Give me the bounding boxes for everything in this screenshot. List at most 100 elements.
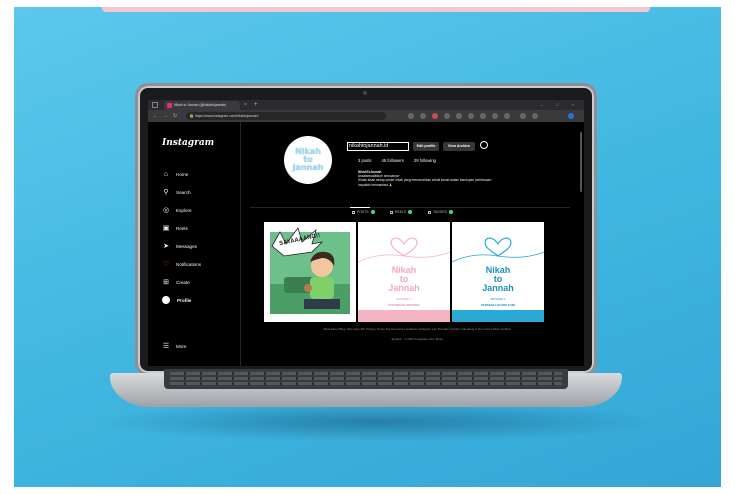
profile-logo-line: Jannah (292, 163, 324, 172)
extension-icon[interactable] (504, 113, 510, 119)
sidebar-item-label: Notifications (176, 261, 202, 267)
tab-label: REELS (395, 210, 407, 214)
back-icon[interactable]: ← (153, 110, 158, 122)
tab-posts[interactable]: POSTS (352, 210, 375, 214)
post-tile[interactable]: Nikah to Jannah EPISODE 1 POSTINGAN PERT… (358, 222, 450, 322)
sidebar-item-profile[interactable]: Profile (161, 294, 191, 306)
tab-tagged[interactable]: TAGGED (428, 210, 454, 214)
reload-icon[interactable]: ↻ (173, 110, 177, 122)
more-icon[interactable] (532, 113, 538, 119)
extension-icon[interactable] (480, 113, 486, 119)
tab-close-icon[interactable]: × (244, 101, 247, 110)
laptop-keyboard (164, 369, 568, 389)
status-dot-icon (370, 210, 375, 214)
post-tile[interactable]: SAYAAAANG!! (264, 222, 356, 322)
sidebar-item-search[interactable]: ⚲ Search (161, 186, 191, 198)
window-controls[interactable]: – □ × (541, 100, 580, 110)
grid-icon (352, 210, 355, 214)
sidebar-item-reels[interactable]: ▣ Reels (161, 222, 188, 234)
tab-reels[interactable]: REELS (390, 210, 413, 214)
sidebar-item-label: Profile (177, 297, 192, 303)
browser-titlebar: Nikah to Jannah (@nikahtojannah) × + – □… (148, 100, 584, 110)
post-subtitle: EPISODE 1 (490, 297, 506, 301)
heart-icon: ♡ (162, 261, 170, 268)
profile-username: nikahtojannah.id (347, 142, 409, 151)
tab-label: TAGGED (433, 210, 448, 214)
background-scene: Nikah to Jannah (@nikahtojannah) × + – □… (14, 7, 721, 487)
post-title-line: Jannah (482, 283, 514, 293)
bio-line: Insyallah bermanfaat 🙏 (358, 182, 393, 187)
sidebar-item-label: Home (176, 171, 189, 177)
extension-icon[interactable] (468, 113, 474, 119)
sidebar-item-label: Create (176, 279, 190, 285)
home-icon: ⌂ (163, 170, 169, 178)
scrollbar[interactable] (580, 132, 582, 192)
forward-icon[interactable]: → (163, 110, 168, 122)
sidebar-item-label: Search (176, 189, 191, 195)
laptop-screen: Nikah to Jannah (@nikahtojannah) × + – □… (148, 100, 584, 366)
laptop-lid: Nikah to Jannah (@nikahtojannah) × + – □… (138, 86, 594, 373)
instagram-logo[interactable]: Instagram (162, 138, 214, 148)
posts-count: 3 posts (358, 158, 372, 163)
url-field[interactable]: 🔒 https://www.instagram.com/nikahtojanna… (186, 112, 386, 120)
lock-icon: 🔒 (189, 113, 194, 118)
extension-icon[interactable] (408, 113, 414, 119)
tabs-divider (250, 207, 570, 208)
footer-copyright: English · © 2023 Instagram from Meta (391, 337, 443, 341)
post-subtitle: EPISODE 1 (396, 297, 412, 301)
camera (363, 91, 367, 95)
post-title: Nikah to Jannah (358, 266, 450, 293)
browser-tab[interactable]: Nikah to Jannah (@nikahtojannah) (164, 101, 240, 110)
extension-icon[interactable] (456, 113, 462, 119)
view-archive-button[interactable]: View Archive (443, 142, 475, 151)
extension-icon[interactable] (420, 113, 426, 119)
tagged-icon (428, 210, 431, 214)
tab-label: POSTS (357, 210, 369, 214)
sidebar: Instagram ⌂ Home ⚲ Search ◎ Explore ▣ Re… (148, 122, 241, 366)
keyboard-row (170, 382, 562, 385)
status-dot-icon (449, 210, 454, 214)
posts-grid: SAYAAAANG!! Nikah to Jannah EPISODE 1 PO… (264, 222, 544, 322)
messages-icon: ➤ (163, 243, 169, 250)
sidebar-item-label: More (176, 343, 187, 349)
extension-icon[interactable] (444, 113, 450, 119)
sidebar-item-messages[interactable]: ➤ Messages (161, 240, 197, 252)
sidebar-item-label: Messages (176, 243, 197, 249)
instagram-favicon-icon (167, 103, 172, 108)
post-tile[interactable]: Nikah to Jannah EPISODE 1 PERKENALAN DIR… (452, 222, 544, 322)
sidebar-item-explore[interactable]: ◎ Explore (161, 204, 192, 216)
active-tab-indicator (350, 207, 370, 208)
sidebar-item-notifications[interactable]: ♡ Notifications (161, 258, 201, 270)
sidebar-item-home[interactable]: ⌂ Home (161, 168, 188, 180)
post-band: PERKENALAN DIRI KAMI (481, 303, 515, 307)
profile-stats: 3 posts 45 followers 29 following (358, 158, 436, 163)
laptop-shadow (96, 402, 658, 442)
extension-icon[interactable] (432, 113, 438, 119)
edit-profile-button[interactable]: Edit profile (413, 142, 439, 151)
post-title-line: Jannah (388, 283, 420, 293)
sidebar-item-more[interactable]: ☰ More (161, 340, 187, 352)
reels-icon: ▣ (162, 225, 170, 232)
new-tab-button[interactable]: + (254, 100, 258, 110)
address-bar-row: ← → ↻ 🔒 https://www.instagram.com/nikaht… (148, 110, 584, 122)
status-dot-icon (408, 210, 413, 214)
sidebar-item-label: Reels (176, 225, 188, 231)
profile-picture[interactable]: Nikah to Jannah (284, 136, 332, 184)
profile-main: Nikah to Jannah nikahtojannah.id Edit pr… (240, 122, 584, 366)
footer-links[interactable]: Meta About Blog Jobs Help API Privacy Te… (264, 327, 570, 331)
settings-icon[interactable] (480, 141, 488, 149)
profile-avatar-icon[interactable] (520, 113, 526, 119)
avatar (162, 296, 170, 304)
profile-bio: NikahToJannah Assalamualaikum semuanya~ … (358, 170, 558, 187)
explore-icon: ◎ (162, 207, 170, 214)
search-icon: ⚲ (163, 189, 169, 196)
window-menu-icon[interactable] (152, 102, 158, 108)
sidebar-item-create[interactable]: ⊞ Create (161, 276, 190, 288)
post-title: Nikah to Jannah (452, 266, 544, 293)
edge-copilot-icon[interactable] (568, 113, 574, 119)
followers-count[interactable]: 45 followers (382, 158, 404, 163)
reels-icon (390, 210, 393, 214)
following-count[interactable]: 29 following (414, 158, 436, 163)
keyboard-row (170, 377, 562, 380)
extension-icon[interactable] (492, 113, 498, 119)
